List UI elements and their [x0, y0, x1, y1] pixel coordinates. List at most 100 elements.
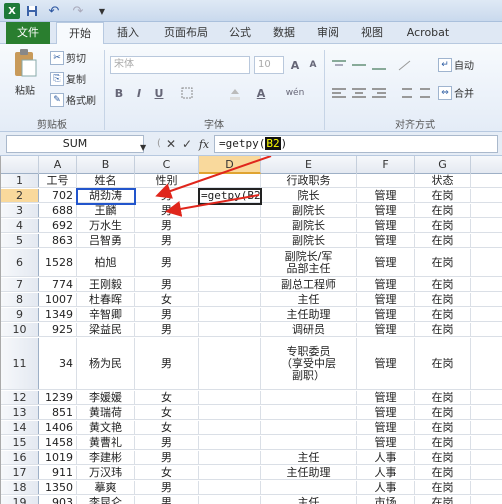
- cell-F12[interactable]: 管理: [357, 391, 415, 404]
- cell-E18[interactable]: [261, 481, 357, 494]
- cell-D6[interactable]: [199, 249, 261, 276]
- tab-page-layout[interactable]: 页面布局: [154, 22, 218, 44]
- cell-E7[interactable]: 副总工程师: [261, 278, 357, 291]
- cell-D7[interactable]: [199, 278, 261, 291]
- cell-D8[interactable]: [199, 293, 261, 306]
- cell-B4[interactable]: 万水生: [77, 219, 135, 232]
- cell-F5[interactable]: 管理: [357, 234, 415, 247]
- column-header-D[interactable]: D: [199, 156, 261, 174]
- cell-A15[interactable]: 1458: [39, 436, 77, 449]
- underline-button[interactable]: U: [150, 84, 168, 102]
- cell-D9[interactable]: [199, 308, 261, 321]
- select-all-corner[interactable]: [1, 156, 39, 174]
- cell-A14[interactable]: 1406: [39, 421, 77, 434]
- row-header[interactable]: 14: [1, 421, 39, 434]
- cell-F15[interactable]: 管理: [357, 436, 415, 449]
- cell-B3[interactable]: 王麟: [77, 204, 135, 217]
- cell-C2[interactable]: 男: [135, 189, 199, 202]
- align-top-icon[interactable]: [330, 56, 348, 74]
- name-box-dropdown-icon[interactable]: ▼: [140, 139, 146, 155]
- cell-A19[interactable]: 903: [39, 496, 77, 504]
- cell-E10[interactable]: 调研员: [261, 323, 357, 336]
- cell-C7[interactable]: 男: [135, 278, 199, 291]
- cell-A11[interactable]: 34: [39, 338, 77, 389]
- cell-F11[interactable]: 管理: [357, 338, 415, 389]
- cell-F6[interactable]: 管理: [357, 249, 415, 276]
- cell-G19[interactable]: 在岗: [415, 496, 471, 504]
- cell-G6[interactable]: 在岗: [415, 249, 471, 276]
- column-header-E[interactable]: E: [261, 156, 357, 174]
- cell-F17[interactable]: 人事: [357, 466, 415, 479]
- align-right-icon[interactable]: [370, 84, 388, 102]
- cell-C6[interactable]: 男: [135, 249, 199, 276]
- cell-G17[interactable]: 在岗: [415, 466, 471, 479]
- cell-E15[interactable]: [261, 436, 357, 449]
- shrink-font-button[interactable]: A: [304, 56, 322, 74]
- cell-A8[interactable]: 1007: [39, 293, 77, 306]
- row-header[interactable]: 13: [1, 406, 39, 419]
- cell-C16[interactable]: 男: [135, 451, 199, 464]
- font-size-combo[interactable]: 10: [254, 56, 284, 74]
- cell-C10[interactable]: 男: [135, 323, 199, 336]
- cell-E1[interactable]: 行政职务: [261, 174, 357, 187]
- cell-G9[interactable]: 在岗: [415, 308, 471, 321]
- cell-B17[interactable]: 万汉玮: [77, 466, 135, 479]
- cell-D3[interactable]: [199, 204, 261, 217]
- cell-G11[interactable]: 在岗: [415, 338, 471, 389]
- cell-F19[interactable]: 市场: [357, 496, 415, 504]
- cell-F3[interactable]: 管理: [357, 204, 415, 217]
- cell-C14[interactable]: 女: [135, 421, 199, 434]
- italic-button[interactable]: I: [130, 84, 148, 102]
- cell-C19[interactable]: 男: [135, 496, 199, 504]
- cell-B12[interactable]: 李媛媛: [77, 391, 135, 404]
- align-bottom-icon[interactable]: [370, 56, 388, 74]
- tab-file[interactable]: 文件: [6, 22, 50, 44]
- cell-B13[interactable]: 黄瑞荷: [77, 406, 135, 419]
- cell-C12[interactable]: 女: [135, 391, 199, 404]
- cell-A5[interactable]: 863: [39, 234, 77, 247]
- cell-A10[interactable]: 925: [39, 323, 77, 336]
- cell-C5[interactable]: 男: [135, 234, 199, 247]
- cell-F8[interactable]: 管理: [357, 293, 415, 306]
- cell-G8[interactable]: 在岗: [415, 293, 471, 306]
- cell-D4[interactable]: [199, 219, 261, 232]
- row-header[interactable]: 1: [1, 174, 39, 187]
- cell-A17[interactable]: 911: [39, 466, 77, 479]
- customize-dropdown-icon[interactable]: ▼: [96, 3, 108, 19]
- cell-C8[interactable]: 女: [135, 293, 199, 306]
- cell-G7[interactable]: 在岗: [415, 278, 471, 291]
- cell-A16[interactable]: 1019: [39, 451, 77, 464]
- cell-D19[interactable]: [199, 496, 261, 504]
- tab-formulas[interactable]: 公式: [222, 22, 258, 44]
- cell-E3[interactable]: 副院长: [261, 204, 357, 217]
- cell-E4[interactable]: 副院长: [261, 219, 357, 232]
- cell-A4[interactable]: 692: [39, 219, 77, 232]
- merge-center-button[interactable]: ⇔ 合并: [438, 85, 474, 100]
- cell-A18[interactable]: 1350: [39, 481, 77, 494]
- cell-B5[interactable]: 吕智勇: [77, 234, 135, 247]
- row-header[interactable]: 8: [1, 293, 39, 306]
- undo-icon[interactable]: ↶: [46, 3, 62, 19]
- cell-D10[interactable]: [199, 323, 261, 336]
- cell-D11[interactable]: [199, 338, 261, 389]
- phonetic-button[interactable]: wén: [282, 84, 308, 102]
- cell-C15[interactable]: 男: [135, 436, 199, 449]
- grow-font-button[interactable]: A: [286, 56, 304, 74]
- align-left-icon[interactable]: [330, 84, 348, 102]
- worksheet-grid[interactable]: ABCDEFG 1 工号 姓名 性别 行政职务 状态 2 702 胡劲涛男 =getpy(B2) 院…: [0, 156, 502, 504]
- cell-G12[interactable]: 在岗: [415, 391, 471, 404]
- cell-B1[interactable]: 姓名: [77, 174, 135, 187]
- row-header[interactable]: 10: [1, 323, 39, 336]
- cell-F16[interactable]: 人事: [357, 451, 415, 464]
- cell-E17[interactable]: 主任助理: [261, 466, 357, 479]
- cell-C1[interactable]: 性别: [135, 174, 199, 187]
- cell-E11[interactable]: 专职委员 （享受中层 副职）: [261, 338, 357, 389]
- cell-F10[interactable]: 管理: [357, 323, 415, 336]
- cell-C4[interactable]: 男: [135, 219, 199, 232]
- align-middle-icon[interactable]: [350, 56, 368, 74]
- cell-C3[interactable]: 男: [135, 204, 199, 217]
- cell-G5[interactable]: 在岗: [415, 234, 471, 247]
- column-header-C[interactable]: C: [135, 156, 199, 174]
- row-header[interactable]: 5: [1, 234, 39, 247]
- wrap-text-button[interactable]: ↵ 自动: [438, 57, 474, 72]
